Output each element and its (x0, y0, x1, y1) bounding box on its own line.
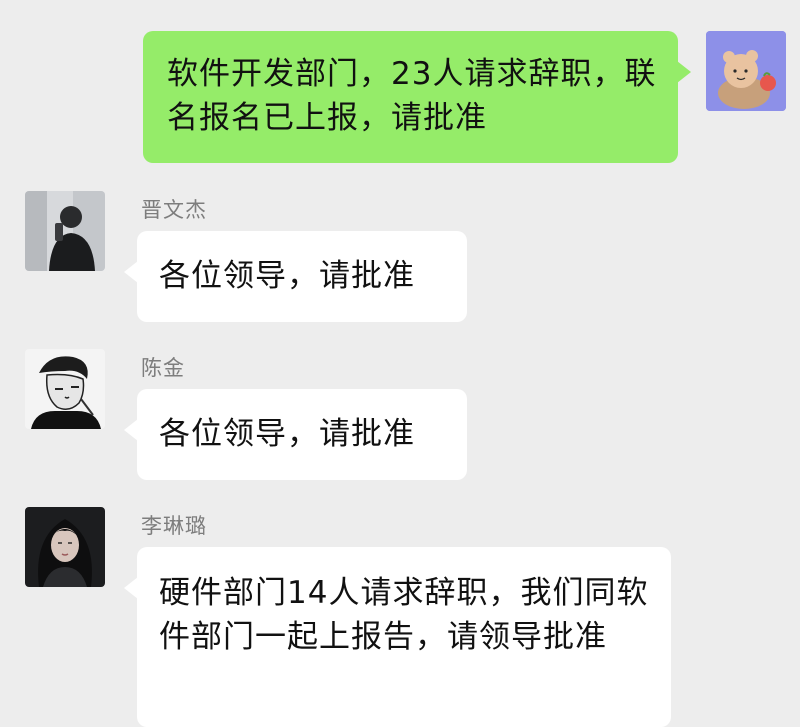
sender-name: 陈金 (141, 356, 185, 380)
woman-avatar-icon[interactable] (25, 507, 105, 587)
sender-name: 李琳璐 (141, 514, 207, 538)
bubble-tail (124, 577, 138, 599)
bubble-tail (124, 419, 138, 441)
message-text: 软件开发部门，23人请求辞职，联名报名已上报，请批准 (167, 56, 657, 136)
message-bubble-incoming[interactable]: 各位领导，请批准 (124, 231, 467, 322)
bubble-tail (677, 61, 691, 83)
message-bubble-incoming[interactable]: 硬件部门14人请求辞职，我们同软件部门一起上报告，请领导批准 (124, 547, 671, 727)
message-bubble-outgoing[interactable]: 软件开发部门，23人请求辞职，联名报名已上报，请批准 (143, 31, 691, 163)
message-text: 硬件部门14人请求辞职，我们同软件部门一起上报告，请领导批准 (159, 575, 649, 655)
person-avatar-icon[interactable] (25, 191, 105, 271)
bear-avatar-icon[interactable] (706, 31, 786, 111)
message-text: 各位领导，请批准 (159, 416, 415, 452)
message-text: 各位领导，请批准 (159, 258, 415, 294)
message-bubble-incoming[interactable]: 各位领导，请批准 (124, 389, 467, 480)
bubble-tail (124, 261, 138, 283)
sketch-portrait-avatar-icon[interactable] (25, 349, 105, 429)
sender-name: 晋文杰 (141, 198, 207, 222)
